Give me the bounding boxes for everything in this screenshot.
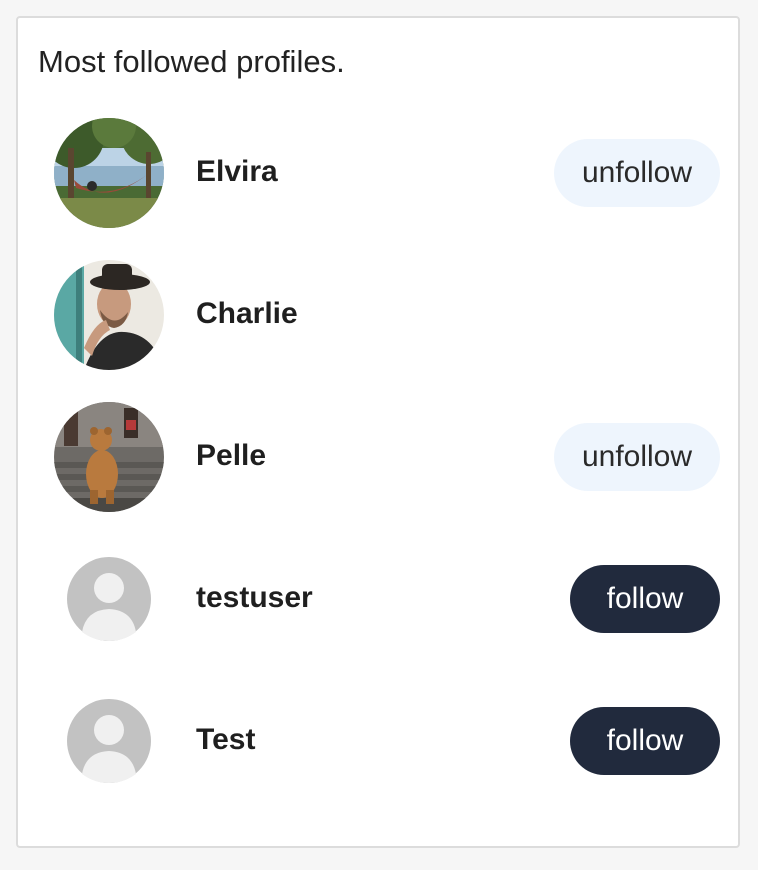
default-avatar-icon[interactable] <box>54 686 164 796</box>
profile-row-testuser: testuser follow <box>18 544 742 654</box>
unfollow-button[interactable]: unfollow <box>554 423 720 491</box>
default-avatar-icon[interactable] <box>54 544 164 654</box>
avatar-elvira[interactable] <box>54 118 164 228</box>
avatar-charlie[interactable] <box>54 260 164 370</box>
card-heading: Most followed profiles. <box>38 44 345 79</box>
avatar-pelle[interactable] <box>54 402 164 512</box>
most-followed-card: Most followed profiles. Elvira unfollow … <box>16 16 740 848</box>
profile-row-charlie: Charlie <box>18 260 742 370</box>
profile-name[interactable]: testuser <box>196 581 313 615</box>
unfollow-button[interactable]: unfollow <box>554 139 720 207</box>
follow-button[interactable]: follow <box>570 565 720 633</box>
profile-name[interactable]: Pelle <box>196 439 266 473</box>
profile-name[interactable]: Charlie <box>196 297 298 331</box>
profile-row-pelle: Pelle unfollow <box>18 402 742 512</box>
profile-row-test: Test follow <box>18 686 742 796</box>
profile-row-elvira: Elvira unfollow <box>18 118 742 228</box>
profile-name[interactable]: Elvira <box>196 155 278 189</box>
profile-name[interactable]: Test <box>196 723 255 757</box>
follow-button[interactable]: follow <box>570 707 720 775</box>
